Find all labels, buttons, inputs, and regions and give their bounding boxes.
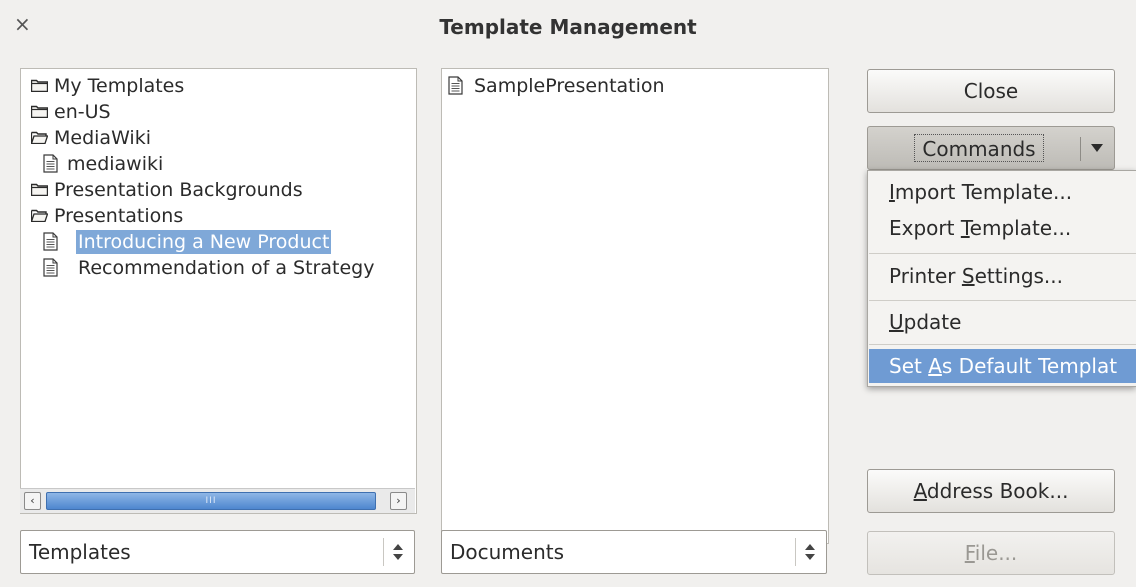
menu-item-printer-settings[interactable]: Printer Settings... bbox=[869, 259, 1136, 293]
button-mnemonic: A bbox=[913, 479, 927, 503]
menu-label-post: mport Template... bbox=[894, 180, 1073, 204]
commands-label: Commands bbox=[914, 134, 1044, 162]
commands-menu: Import Template... Export Template... Pr… bbox=[867, 170, 1136, 387]
menu-mnemonic: S bbox=[961, 264, 975, 288]
menu-separator bbox=[869, 300, 1136, 301]
button-label-post: ddress Book... bbox=[926, 479, 1069, 503]
templates-select[interactable]: Templates bbox=[20, 530, 415, 574]
tree-item-label: MediaWiki bbox=[54, 127, 151, 149]
scroll-left-button[interactable]: ‹ bbox=[24, 492, 41, 510]
menu-item-update[interactable]: Update bbox=[869, 305, 1136, 339]
template-category-tree[interactable]: My Templates en-US MediaWiki mediawiki P… bbox=[20, 68, 417, 514]
select-value: Templates bbox=[29, 540, 131, 564]
tree-item-label: en-US bbox=[54, 101, 111, 123]
menu-label-post: emplate... bbox=[969, 216, 1072, 240]
spin-arrows-icon[interactable] bbox=[795, 538, 822, 566]
tree-item-label: Recommendation of a Strategy bbox=[78, 257, 375, 279]
menu-label-post: ettings... bbox=[974, 264, 1064, 288]
menu-mnemonic: T bbox=[960, 216, 970, 240]
dropdown-arrow-icon[interactable] bbox=[1091, 144, 1103, 152]
folder-icon bbox=[31, 183, 48, 196]
button-separator bbox=[1080, 137, 1081, 161]
title-bar: × Template Management bbox=[0, 0, 1136, 62]
menu-separator bbox=[869, 253, 1136, 254]
menu-item-set-as-default-template[interactable]: Set As Default Templat bbox=[869, 349, 1136, 383]
select-value: Documents bbox=[450, 540, 565, 564]
scrollbar-thumb[interactable]: III bbox=[46, 492, 376, 510]
menu-mnemonic: A bbox=[928, 354, 942, 378]
document-icon bbox=[43, 154, 58, 173]
tree-item-label: Presentation Backgrounds bbox=[54, 179, 303, 201]
scroll-right-button[interactable]: › bbox=[390, 492, 407, 510]
button-mnemonic: F bbox=[964, 541, 975, 565]
tree-horizontal-scrollbar[interactable]: ‹ III › bbox=[20, 488, 415, 513]
tree-item-label: My Templates bbox=[54, 75, 185, 97]
button-label-post: ile... bbox=[974, 541, 1018, 565]
menu-separator bbox=[869, 344, 1136, 345]
folder-open-icon bbox=[31, 209, 48, 222]
menu-label-pre: Export bbox=[889, 216, 961, 240]
file-button: File... bbox=[867, 531, 1115, 575]
folder-icon bbox=[31, 105, 48, 118]
document-icon bbox=[43, 232, 58, 251]
menu-item-import-template[interactable]: Import Template... bbox=[869, 175, 1136, 209]
menu-item-export-template[interactable]: Export Template... bbox=[869, 211, 1136, 245]
menu-label-pre: Set bbox=[889, 354, 929, 378]
tree-item-label: Introducing a New Product bbox=[76, 230, 332, 254]
address-book-button[interactable]: Address Book... bbox=[867, 469, 1115, 513]
menu-label-post: pdate bbox=[903, 310, 962, 334]
document-icon bbox=[43, 258, 58, 277]
folder-open-icon bbox=[31, 131, 48, 144]
documents-select[interactable]: Documents bbox=[441, 530, 827, 574]
document-icon bbox=[448, 76, 463, 95]
tree-item-label: mediawiki bbox=[67, 153, 164, 175]
list-item-label: SamplePresentation bbox=[474, 75, 665, 97]
menu-label-post: s Default Templat bbox=[941, 354, 1118, 378]
menu-mnemonic: U bbox=[889, 310, 904, 334]
close-button[interactable]: Close bbox=[867, 69, 1115, 113]
tree-item-label: Presentations bbox=[54, 205, 184, 227]
folder-icon bbox=[31, 79, 48, 92]
window-title: Template Management bbox=[439, 15, 697, 39]
template-document-list[interactable]: SamplePresentation bbox=[441, 68, 829, 544]
menu-label-pre: Printer bbox=[889, 264, 962, 288]
commands-button[interactable]: Commands bbox=[867, 126, 1115, 170]
spin-arrows-icon[interactable] bbox=[383, 538, 410, 566]
